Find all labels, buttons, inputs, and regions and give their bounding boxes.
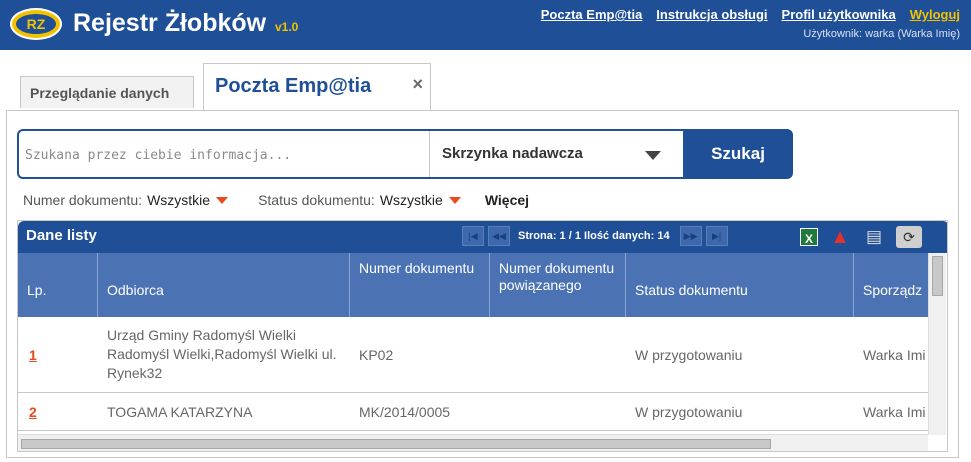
cell-doc-number: MK/2014/0005 bbox=[359, 403, 451, 420]
chevron-down-icon bbox=[645, 151, 661, 160]
cell-related bbox=[490, 317, 626, 392]
cell-related bbox=[490, 393, 626, 430]
dropdown-arrow-icon[interactable] bbox=[216, 196, 229, 204]
vertical-scrollbar[interactable] bbox=[928, 253, 946, 435]
horizontal-scroll-thumb[interactable] bbox=[21, 439, 771, 449]
grid-tools: X ▲ ▤ ⟳ bbox=[800, 226, 932, 248]
tab-poczta-empatia[interactable]: Poczta Emp@tia × bbox=[203, 63, 431, 111]
prev-page-icon[interactable]: ◀◀ bbox=[488, 226, 510, 246]
app-header: RZ Rejestr Żłobków v1.0 Poczta Emp@tia I… bbox=[0, 0, 971, 50]
mailbox-selected-value: Skrzynka nadawcza bbox=[442, 145, 583, 162]
search-input[interactable] bbox=[25, 140, 425, 170]
nav-profil[interactable]: Profil użytkownika bbox=[782, 7, 896, 22]
grid-body: 1 Urząd Gminy Radomyśl Wielki Radomyśl W… bbox=[18, 317, 928, 431]
close-icon[interactable]: × bbox=[412, 74, 423, 95]
data-grid: Dane listy |◀ ◀◀ Strona: 1 / 1 Ilość dan… bbox=[17, 220, 948, 452]
logo-text: RZ bbox=[16, 14, 56, 34]
pdf-icon[interactable]: ▲ bbox=[828, 226, 852, 248]
col-numer-powiazanego[interactable]: Numer dokumentu powiązanego bbox=[490, 253, 626, 317]
col-odbiorca[interactable]: Odbiorca bbox=[98, 253, 350, 317]
tab-label: Poczta Emp@tia bbox=[215, 75, 372, 97]
pager: |◀ ◀◀ Strona: 1 / 1 Ilość danych: 14 ▶▶ … bbox=[462, 226, 732, 246]
main-panel: Skrzynka nadawcza Szukaj Numer dokumentu… bbox=[6, 110, 959, 458]
cell-author: Warka Imi bbox=[863, 346, 926, 363]
col-lp[interactable]: Lp. bbox=[18, 253, 98, 317]
row-lp-link[interactable]: 2 bbox=[18, 393, 98, 430]
vertical-scroll-thumb[interactable] bbox=[932, 256, 943, 296]
next-page-icon[interactable]: ▶▶ bbox=[679, 226, 702, 246]
grid-header: Lp. Odbiorca Numer dokumentu Numer dokum… bbox=[18, 253, 928, 317]
filters-bar: Numer dokumentu: Wszystkie Status dokume… bbox=[23, 192, 529, 208]
mailbox-select[interactable]: Skrzynka nadawcza bbox=[431, 131, 685, 177]
filter-doc-number-label: Numer dokumentu: bbox=[23, 192, 143, 208]
pager-info: Strona: 1 / 1 Ilość danych: 14 bbox=[518, 230, 670, 242]
cell-doc-number: KP02 bbox=[359, 346, 394, 363]
more-filters-link[interactable]: Więcej bbox=[485, 192, 529, 208]
report-icon[interactable]: ▤ bbox=[862, 226, 886, 248]
table-row[interactable]: 1 Urząd Gminy Radomyśl Wielki Radomyśl W… bbox=[18, 317, 928, 393]
filter-status: Status dokumentu: Wszystkie bbox=[258, 192, 461, 208]
refresh-icon[interactable]: ⟳ bbox=[896, 226, 922, 248]
row-lp-link[interactable]: 1 bbox=[18, 317, 98, 392]
cell-author: Warka Imi bbox=[863, 403, 926, 420]
grid-title: Dane listy bbox=[26, 227, 97, 244]
col-status[interactable]: Status dokumentu bbox=[626, 253, 854, 317]
col-sporzadzil[interactable]: Sporządz bbox=[854, 253, 928, 317]
app-title: Rejestr Żłobków bbox=[73, 9, 267, 37]
app-version: v1.0 bbox=[275, 20, 299, 34]
current-user: Użytkownik: warka (Warka Imię) bbox=[803, 28, 960, 40]
filter-doc-number-value[interactable]: Wszystkie bbox=[147, 192, 210, 208]
cell-recipient: Urząd Gminy Radomyśl Wielki Radomyśl Wie… bbox=[107, 327, 337, 381]
table-row[interactable]: 2 TOGAMA KATARZYNA MK/2014/0005 W przygo… bbox=[18, 393, 928, 431]
dropdown-arrow-icon[interactable] bbox=[448, 196, 461, 204]
grid-toolbar: Dane listy |◀ ◀◀ Strona: 1 / 1 Ilość dan… bbox=[18, 221, 947, 253]
cell-recipient: TOGAMA KATARZYNA bbox=[107, 403, 253, 420]
horizontal-scrollbar[interactable] bbox=[18, 434, 928, 451]
cell-status: W przygotowaniu bbox=[635, 346, 743, 363]
col-numer-dokumentu[interactable]: Numer dokumentu bbox=[350, 253, 490, 317]
filter-doc-number: Numer dokumentu: Wszystkie bbox=[23, 192, 229, 208]
cell-status: W przygotowaniu bbox=[635, 403, 743, 420]
nav-instrukcja[interactable]: Instrukcja obsługi bbox=[656, 7, 767, 22]
first-page-icon[interactable]: |◀ bbox=[462, 226, 484, 246]
excel-export-icon[interactable]: X bbox=[800, 228, 818, 246]
filter-status-label: Status dokumentu: bbox=[258, 192, 375, 208]
top-nav: Poczta Emp@tia Instrukcja obsługi Profil… bbox=[541, 7, 960, 22]
search-button[interactable]: Szukaj bbox=[683, 129, 793, 179]
last-page-icon[interactable]: ▶| bbox=[705, 226, 728, 246]
filter-status-value[interactable]: Wszystkie bbox=[380, 192, 443, 208]
search-bar: Skrzynka nadawcza Szukaj bbox=[17, 129, 793, 179]
search-divider bbox=[429, 131, 430, 177]
tab-przegladanie-danych[interactable]: Przeglądanie danych bbox=[20, 76, 194, 108]
nav-logout[interactable]: Wyloguj bbox=[910, 7, 960, 22]
nav-poczta-empatia[interactable]: Poczta Emp@tia bbox=[541, 7, 643, 22]
rz-logo: RZ bbox=[10, 8, 62, 40]
